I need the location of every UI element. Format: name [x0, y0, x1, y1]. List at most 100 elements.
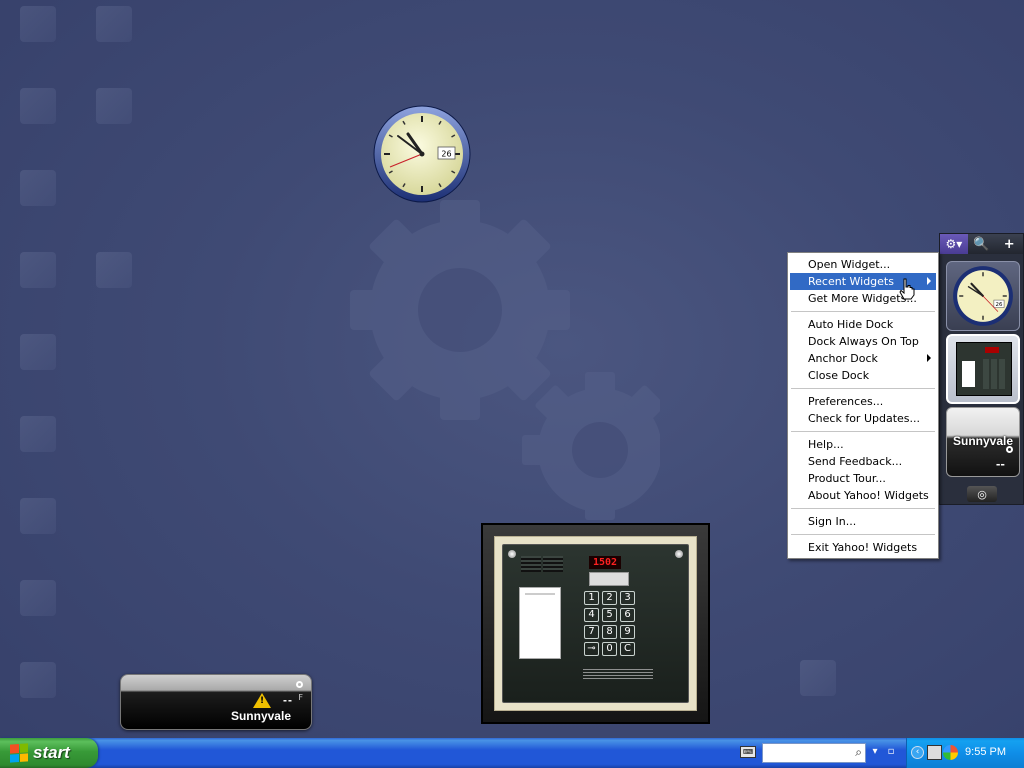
keypad-key[interactable]: 5 [602, 608, 617, 622]
desktop-icon[interactable] [20, 88, 56, 124]
taskbar: start ⌨ ⌕ ▾ ▫ ‹ 9:55 PM [0, 738, 1024, 768]
menu-item-product-tour[interactable]: Product Tour... [790, 470, 936, 487]
keypad-key[interactable]: 1 [584, 591, 599, 605]
keypad-key[interactable]: 4 [584, 608, 599, 622]
dock-weather-tile[interactable]: Sunnyvale -- [946, 407, 1020, 477]
system-tray: ‹ 9:55 PM [906, 738, 1024, 768]
menu-item-check-for-updates[interactable]: Check for Updates... [790, 410, 936, 427]
keypad-keys: 1 2 3 4 5 6 7 8 9 ⊸ 0 C [584, 591, 635, 656]
screw [675, 550, 683, 558]
keypad-key[interactable]: 6 [620, 608, 635, 622]
desktop-icon[interactable] [20, 662, 56, 698]
menu-item-open-widget[interactable]: Open Widget... [790, 256, 936, 273]
menu-item-label: Check for Updates... [808, 412, 921, 425]
start-button[interactable]: start [0, 738, 98, 768]
taskbar-search: ⌕ [762, 743, 866, 763]
keypad-key[interactable]: ⊸ [584, 642, 599, 656]
menu-item-label: Exit Yahoo! Widgets [808, 541, 918, 554]
menu-item-label: Preferences... [808, 395, 884, 408]
brand-plate [589, 572, 629, 586]
keypad-key[interactable]: 8 [602, 625, 617, 639]
desktop-icon[interactable] [20, 498, 56, 534]
dock-clock-tile[interactable]: 26 [946, 261, 1020, 331]
keyboard-icon[interactable]: ⌨ [740, 746, 756, 758]
menu-separator [791, 508, 935, 509]
network-icon[interactable] [927, 745, 942, 760]
menu-item-auto-hide-dock[interactable]: Auto Hide Dock [790, 316, 936, 333]
keypad-mat: 1502 1 2 3 4 5 6 7 8 9 ⊸ 0 C [494, 536, 697, 711]
desktop-icon[interactable] [20, 580, 56, 616]
menu-item-preferences[interactable]: Preferences... [790, 393, 936, 410]
warning-icon: ! [253, 693, 271, 708]
menu-item-label: Close Dock [808, 369, 870, 382]
weather-config-icon[interactable] [1006, 446, 1013, 453]
search-input[interactable] [763, 744, 847, 762]
search-icon[interactable]: ⌕ [855, 745, 862, 760]
dock-context-menu: Open Widget... Recent Widgets Get More Wid… [787, 252, 939, 559]
keypad-key[interactable]: 9 [620, 625, 635, 639]
submenu-arrow-icon [927, 354, 931, 362]
desktop-icon[interactable] [20, 416, 56, 452]
menu-item-close-dock[interactable]: Close Dock [790, 367, 936, 384]
menu-item-label: Help... [808, 438, 844, 451]
keypad-key[interactable]: 2 [602, 591, 617, 605]
menu-item-label: Anchor Dock [808, 352, 878, 365]
keypad-key[interactable]: 7 [584, 625, 599, 639]
menu-item-sign-in[interactable]: Sign In... [790, 513, 936, 530]
speaker-grille [543, 556, 563, 572]
keypad-display: 1502 [589, 556, 621, 569]
dock-toolbar: ⚙▾ 🔍 + [940, 234, 1023, 254]
name-card [519, 587, 561, 659]
menu-item-label: Send Feedback... [808, 455, 903, 468]
desktop-icon[interactable] [20, 6, 56, 42]
keypad-widget[interactable]: 1502 1 2 3 4 5 6 7 8 9 ⊸ 0 C [481, 523, 710, 724]
desktop-icon[interactable] [20, 334, 56, 370]
chevron-left-icon[interactable]: ‹ [911, 746, 924, 759]
search-icon[interactable]: 🔍 [968, 234, 996, 254]
widget-dock: ⚙▾ 🔍 + 26 Sunnyvale -- ◎ [939, 233, 1024, 505]
desktop-icon[interactable] [20, 170, 56, 206]
yahoo-widgets-icon[interactable] [943, 745, 958, 760]
menu-item-label: Dock Always On Top [808, 335, 919, 348]
menu-item-help[interactable]: Help... [790, 436, 936, 453]
menu-item-send-feedback[interactable]: Send Feedback... [790, 453, 936, 470]
menu-item-label: Recent Widgets [808, 275, 894, 288]
clock-widget[interactable]: 26 [372, 104, 472, 204]
menu-item-dock-always-on-top[interactable]: Dock Always On Top [790, 333, 936, 350]
menu-item-anchor-dock[interactable]: Anchor Dock [790, 350, 936, 367]
hand-cursor-icon [899, 278, 915, 300]
keypad-icon [956, 342, 1012, 396]
screw [508, 550, 516, 558]
desktop-icon[interactable] [96, 252, 132, 288]
menu-item-label: Open Widget... [808, 258, 891, 271]
gears-wallpaper [350, 200, 660, 520]
desktop-icon[interactable] [20, 252, 56, 288]
minimize-icon[interactable]: ▫ [884, 745, 898, 759]
dropdown-icon[interactable]: ▾ [868, 745, 882, 759]
menu-item-label: Auto Hide Dock [808, 318, 894, 331]
desktop-icon[interactable] [96, 88, 132, 124]
keypad-key[interactable]: C [620, 642, 635, 656]
clock-icon: 26 [953, 266, 1013, 326]
start-label: start [33, 743, 70, 762]
menu-item-exit-yahoo-widgets[interactable]: Exit Yahoo! Widgets [790, 539, 936, 556]
add-icon[interactable]: + [995, 234, 1023, 254]
windows-logo-icon [10, 743, 28, 763]
camera-icon[interactable]: ◎ [967, 486, 997, 502]
dock-weather-temp: -- [995, 458, 1005, 471]
menu-separator [791, 388, 935, 389]
keypad-key[interactable]: 0 [602, 642, 617, 656]
menu-separator [791, 534, 935, 535]
menu-separator [791, 431, 935, 432]
keypad-key[interactable]: 3 [620, 591, 635, 605]
menu-item-about-yahoo-widgets[interactable]: About Yahoo! Widgets [790, 487, 936, 504]
weather-widget[interactable]: ! -- F Sunnyvale [120, 674, 312, 730]
clock-date: 26 [441, 150, 451, 159]
weather-config-icon[interactable] [296, 681, 303, 688]
gear-icon[interactable]: ⚙▾ [940, 234, 968, 254]
desktop-icon[interactable] [96, 6, 132, 42]
desktop-icon[interactable] [800, 660, 836, 696]
weather-temp: -- [283, 693, 293, 707]
dock-keypad-tile[interactable] [946, 334, 1020, 404]
dock-clock-date: 26 [996, 302, 1003, 308]
